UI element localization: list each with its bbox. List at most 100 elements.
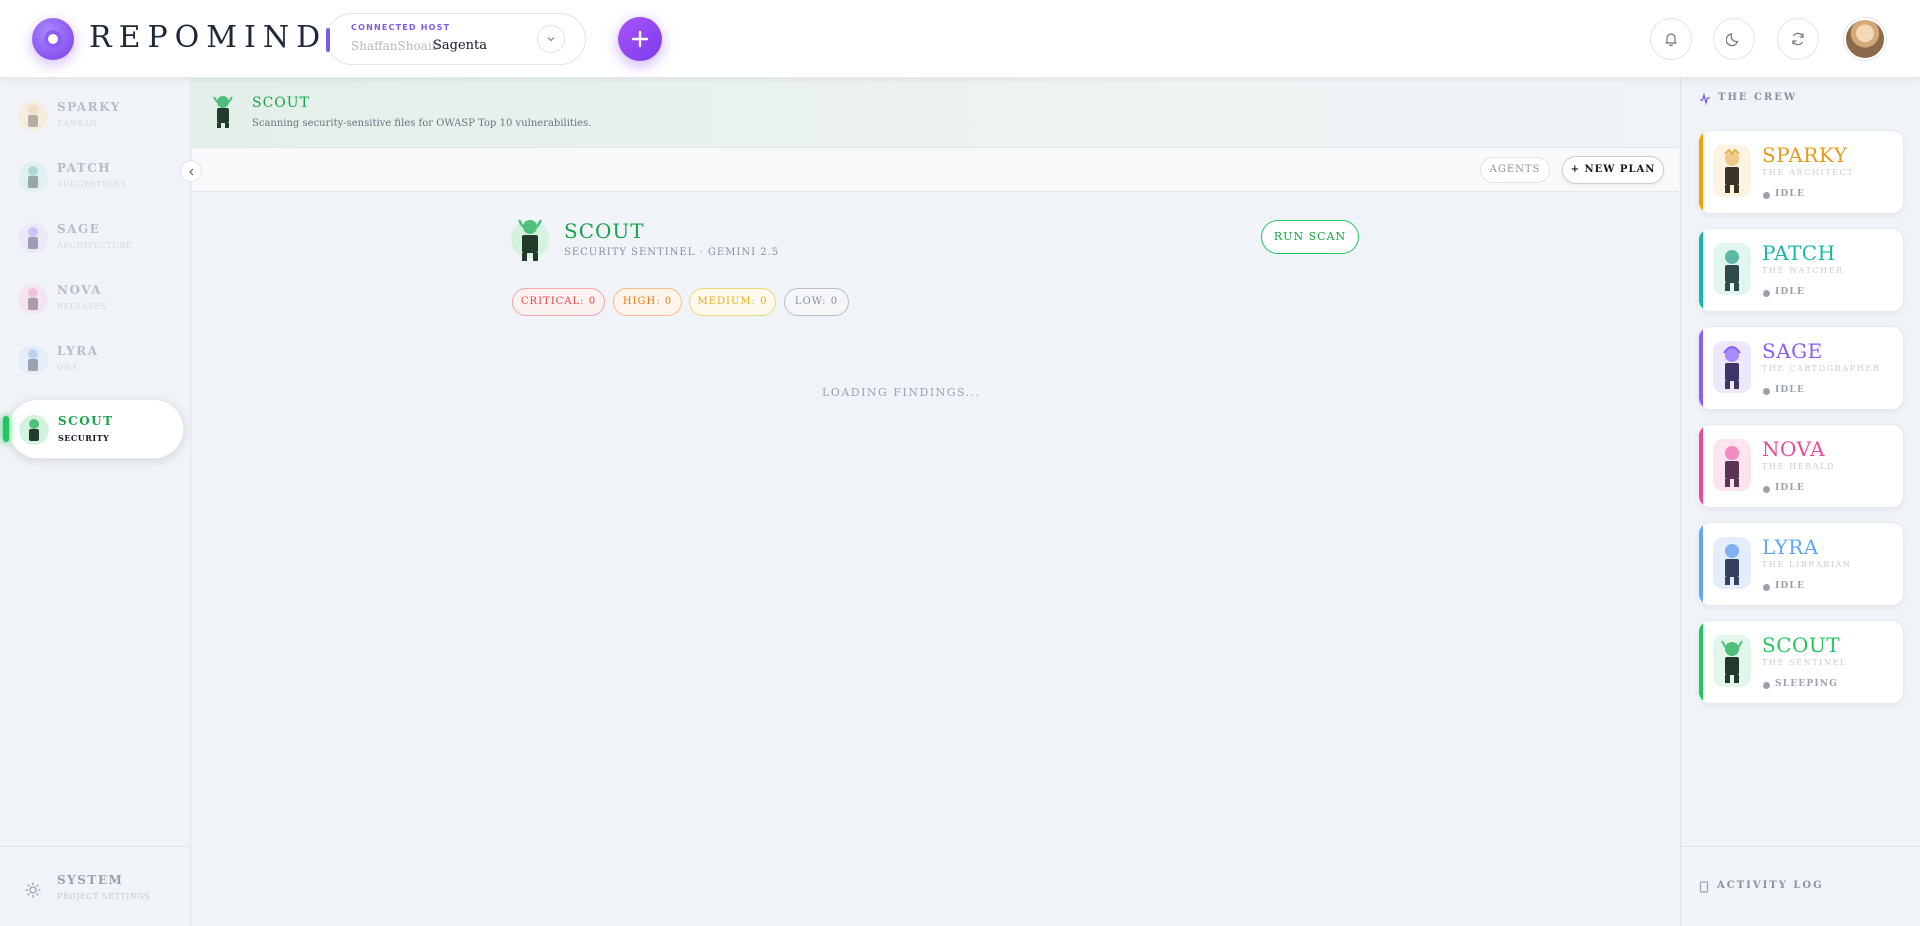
sidebar-item-name: PATCH xyxy=(57,161,112,175)
crew-card-name: LYRA xyxy=(1762,535,1819,559)
user-avatar[interactable] xyxy=(1844,18,1886,60)
sage-avatar-icon xyxy=(1713,341,1751,393)
crew-card-status: IDLE xyxy=(1775,385,1806,395)
sparky-avatar-icon xyxy=(1713,145,1751,197)
agents-button[interactable]: AGENTS xyxy=(1480,157,1550,183)
sidebar-item-name: SPARKY xyxy=(57,100,121,114)
chevron-left-icon xyxy=(189,168,194,176)
bell-icon xyxy=(1665,33,1677,47)
crew-card-status: IDLE xyxy=(1775,581,1806,591)
status-dot xyxy=(1763,290,1770,297)
crew-card-name: SAGE xyxy=(1762,339,1823,363)
sidebar-item-scout[interactable]: SCOUT SECURITY xyxy=(3,399,184,459)
crew-card-nova[interactable]: NOVA THE HERALD IDLE xyxy=(1698,424,1904,508)
status-dot xyxy=(1763,486,1770,493)
card-accent-bar xyxy=(1699,621,1703,703)
activity-log-label: ACTIVITY LOG xyxy=(1717,880,1824,891)
crew-header-label: THE CREW xyxy=(1718,92,1798,103)
host-user: ShaffanShoaib xyxy=(351,39,440,53)
sidebar-item-sparky[interactable]: SPARKY KANBAN xyxy=(8,86,184,146)
sidebar-item-sub: KANBAN xyxy=(57,119,98,128)
activity-log-toggle[interactable]: ACTIVITY LOG xyxy=(1681,846,1920,926)
sidebar-item-patch[interactable]: PATCH SUGGESTIONS xyxy=(8,147,184,207)
sidebar-item-sub: SUGGESTIONS xyxy=(57,180,127,189)
banner-title: SCOUT xyxy=(252,95,310,111)
sidebar-item-nova[interactable]: NOVA RELEASES xyxy=(8,269,184,329)
host-accent-bar xyxy=(326,28,330,52)
sage-avatar-icon xyxy=(18,223,48,253)
refresh-button[interactable] xyxy=(1777,18,1819,60)
status-dot xyxy=(1763,584,1770,591)
status-dot xyxy=(1763,388,1770,395)
host-label: CONNECTED HOST xyxy=(351,23,451,32)
loading-findings-text: LOADING FINDINGS... xyxy=(822,386,981,399)
crew-card-role: THE HERALD xyxy=(1762,462,1836,471)
crew-card-name: SPARKY xyxy=(1762,143,1848,167)
medium-count-badge[interactable]: MEDIUM: 0 xyxy=(689,288,776,316)
sidebar-item-name: LYRA xyxy=(57,344,99,358)
crew-card-status: IDLE xyxy=(1775,483,1806,493)
nova-avatar-icon xyxy=(18,284,48,314)
app-header: REPOMIND CONNECTED HOST ShaffanShoaib Sa… xyxy=(0,0,1920,78)
lyra-avatar-icon xyxy=(18,345,48,375)
card-accent-bar xyxy=(1699,131,1703,213)
scout-avatar-icon xyxy=(511,219,549,261)
run-scan-button[interactable]: RUN SCAN xyxy=(1261,220,1359,254)
host-repo: Sagenta xyxy=(433,38,488,53)
sidebar-item-name: NOVA xyxy=(57,283,102,297)
sidebar-item-sage[interactable]: SAGE ARCHITECTURE xyxy=(8,208,184,268)
sidebar-item-name: SAGE xyxy=(57,222,101,236)
chevron-down-icon xyxy=(547,37,555,42)
toolbar: AGENTS + NEW PLAN xyxy=(192,148,1679,192)
brand-title: REPOMIND xyxy=(89,20,328,55)
crew-card-sparky[interactable]: SPARKY THE ARCHITECT IDLE xyxy=(1698,130,1904,214)
high-count-badge[interactable]: HIGH: 0 xyxy=(613,288,682,316)
card-accent-bar xyxy=(1699,327,1703,409)
status-dot xyxy=(1763,192,1770,199)
collapse-sidebar-button[interactable] xyxy=(180,160,202,182)
plus-icon xyxy=(631,30,649,48)
status-dot xyxy=(1763,682,1770,689)
new-plan-button[interactable]: + NEW PLAN xyxy=(1562,156,1664,184)
low-count-badge[interactable]: LOW: 0 xyxy=(784,288,849,316)
agent-sidebar: SPARKY KANBAN PATCH SUGGESTIONS SAGE ARC… xyxy=(0,78,191,926)
scout-name: SCOUT xyxy=(564,219,645,243)
lyra-avatar-icon xyxy=(1713,537,1751,589)
card-accent-bar xyxy=(1699,229,1703,311)
crew-card-role: THE LIBRARIAN xyxy=(1762,560,1852,569)
crew-card-status: SLEEPING xyxy=(1775,679,1839,689)
crew-card-role: THE WATCHER xyxy=(1762,266,1844,275)
crew-card-patch[interactable]: PATCH THE WATCHER IDLE xyxy=(1698,228,1904,312)
crew-panel: THE CREW SPARKY THE ARCHITECT IDLE PATCH… xyxy=(1680,78,1920,926)
card-accent-bar xyxy=(1699,523,1703,605)
sidebar-item-lyra[interactable]: LYRA Q&A xyxy=(8,330,184,390)
crew-card-lyra[interactable]: LYRA THE LIBRARIAN IDLE xyxy=(1698,522,1904,606)
connected-host-selector[interactable]: CONNECTED HOST ShaffanShoaib Sagenta xyxy=(326,13,586,65)
sidebar-item-sub: RELEASES xyxy=(57,302,107,311)
notifications-button[interactable] xyxy=(1650,18,1692,60)
crew-card-status: IDLE xyxy=(1775,189,1806,199)
crew-card-role: THE ARCHITECT xyxy=(1762,168,1855,177)
banner-description: Scanning security-sensitive files for OW… xyxy=(252,118,592,129)
nova-avatar-icon xyxy=(1713,439,1751,491)
repomind-logo[interactable] xyxy=(32,18,74,60)
agent-banner: SCOUT Scanning security-sensitive files … xyxy=(192,78,1679,148)
moon-icon xyxy=(1726,33,1739,47)
patch-avatar-icon xyxy=(18,162,48,192)
sidebar-item-system[interactable]: SYSTEM PROJECT SETTINGS xyxy=(0,846,191,926)
crew-card-role: THE CARTOGRAPHER xyxy=(1762,364,1881,373)
main-panel: SCOUT Scanning security-sensitive files … xyxy=(192,78,1679,926)
gear-icon xyxy=(25,882,41,898)
sidebar-item-sub: Q&A xyxy=(57,363,78,372)
sidebar-item-sub: ARCHITECTURE xyxy=(57,241,133,250)
scout-avatar-icon xyxy=(1713,635,1751,687)
scout-role: SECURITY SENTINEL · GEMINI 2.5 xyxy=(564,247,780,258)
add-button[interactable] xyxy=(618,17,662,61)
crew-card-scout[interactable]: SCOUT THE SENTINEL SLEEPING xyxy=(1698,620,1904,704)
system-sub: PROJECT SETTINGS xyxy=(57,892,151,901)
crew-card-sage[interactable]: SAGE THE CARTOGRAPHER IDLE xyxy=(1698,326,1904,410)
host-dropdown-button[interactable] xyxy=(537,25,565,53)
scout-avatar-icon xyxy=(19,415,49,445)
critical-count-badge[interactable]: CRITICAL: 0 xyxy=(512,288,605,316)
theme-toggle-button[interactable] xyxy=(1713,18,1755,60)
